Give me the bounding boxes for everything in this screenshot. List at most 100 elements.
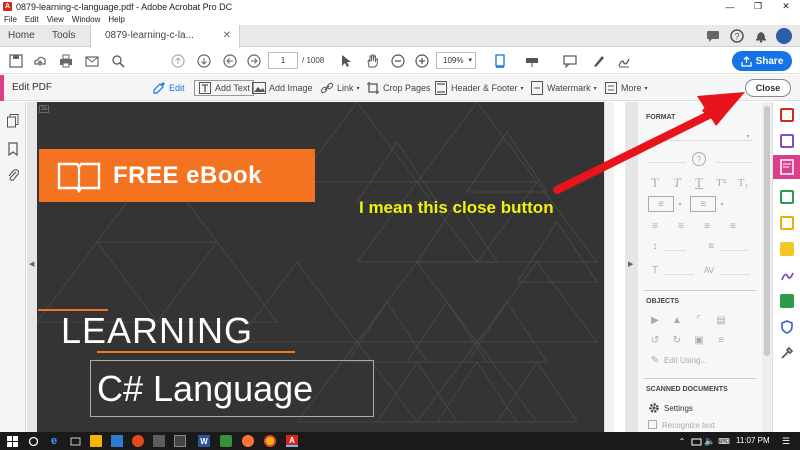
header-footer-button[interactable]: Header & Footer ▾ (434, 80, 524, 96)
print-production-icon[interactable] (780, 294, 794, 308)
align-center-icon[interactable]: ≡ (674, 220, 688, 232)
word-icon[interactable]: W (198, 435, 210, 447)
menu-edit[interactable]: Edit (25, 15, 39, 24)
page-up-icon[interactable] (170, 53, 186, 69)
text-help-icon[interactable]: ? (692, 152, 706, 166)
page-thumbnails-icon[interactable] (6, 114, 20, 128)
crop-object-icon[interactable]: ⌜ (692, 314, 706, 326)
create-pdf-icon[interactable] (780, 108, 794, 122)
shield-icon[interactable] (780, 320, 794, 334)
tray-chevron-icon[interactable]: ⌃ (676, 435, 688, 447)
hand-icon[interactable] (364, 53, 380, 69)
rotate-left-icon[interactable]: ↺ (648, 334, 662, 346)
tools-settings-icon[interactable] (780, 346, 794, 360)
close-edit-button[interactable]: Close (745, 79, 791, 97)
upload-icon[interactable] (32, 53, 48, 69)
rotate-right-icon[interactable]: ↻ (670, 334, 684, 346)
menu-file[interactable]: File (4, 15, 17, 24)
menu-window[interactable]: Window (72, 15, 100, 24)
recognize-checkbox[interactable] (648, 420, 657, 429)
italic-icon[interactable]: T (670, 175, 684, 190)
chevron-down-icon[interactable]: ▾ (718, 196, 726, 212)
edge-icon[interactable]: e (48, 435, 60, 447)
text-style-icon[interactable]: T (648, 175, 662, 190)
print-icon[interactable] (58, 53, 74, 69)
share-button[interactable]: Share (732, 51, 792, 71)
watermark-button[interactable]: Watermark ▾ (530, 80, 597, 96)
scroll-mode-icon[interactable] (524, 53, 540, 69)
page-down-icon[interactable] (196, 53, 212, 69)
attachment-icon[interactable] (6, 168, 20, 182)
menu-view[interactable]: View (47, 15, 64, 24)
notifications-icon[interactable]: ☰ (780, 435, 792, 447)
app-icon-1[interactable] (132, 435, 144, 447)
subscript-icon[interactable]: T₁ (736, 176, 750, 190)
tab-tools[interactable]: Tools (52, 25, 75, 47)
line-spacing-icon[interactable]: ↕ (648, 240, 662, 252)
right-panel-toggle[interactable]: ▶ (625, 102, 638, 432)
zoom-select[interactable]: 109% ▾ (436, 52, 476, 69)
organize-pages-icon[interactable] (780, 216, 794, 230)
sign-icon[interactable] (616, 53, 632, 69)
task-view-icon[interactable] (69, 435, 81, 447)
avatar[interactable] (776, 28, 792, 44)
page-number-input[interactable]: 1 (268, 52, 298, 69)
close-icon[interactable]: ✕ (772, 0, 800, 13)
store-icon[interactable] (90, 435, 102, 447)
paragraph-spacing-icon[interactable]: ≡ (704, 240, 718, 252)
flip-horizontal-icon[interactable]: ▶ (648, 314, 662, 326)
input-method-icon[interactable]: ⌨ (718, 435, 730, 447)
replace-image-icon[interactable]: ▣ (692, 334, 706, 346)
network-icon[interactable] (690, 435, 702, 447)
character-spacing-select[interactable] (720, 274, 750, 275)
paragraph-spacing-select[interactable] (720, 250, 748, 251)
previous-view-icon[interactable] (222, 53, 238, 69)
highlight-icon[interactable] (590, 53, 606, 69)
zoom-in-icon[interactable] (414, 53, 430, 69)
comment-tool-rail-icon[interactable] (780, 242, 794, 256)
align-left-icon[interactable]: ≡ (648, 220, 662, 232)
select-cursor-icon[interactable] (338, 53, 354, 69)
edit-pdf-tool-icon[interactable] (773, 155, 800, 179)
search-circle-icon[interactable] (27, 435, 39, 447)
align-objects-icon[interactable]: ≡ (714, 334, 728, 346)
chevron-down-icon[interactable]: ▾ (676, 196, 684, 212)
volume-icon[interactable]: 🔈 (704, 435, 716, 447)
combine-files-icon[interactable] (780, 134, 794, 148)
email-icon[interactable] (84, 53, 100, 69)
character-spacing-icon[interactable]: AV (702, 264, 716, 276)
windows-start-icon[interactable] (6, 435, 18, 447)
add-text-button[interactable]: Add Text (194, 80, 254, 96)
fill-sign-icon[interactable] (780, 268, 794, 282)
menu-help[interactable]: Help (108, 15, 124, 24)
bookmark-icon[interactable] (6, 142, 20, 156)
app-icon-2[interactable] (153, 435, 165, 447)
pdf-page[interactable]: 2a FREE eBook LEARNING C# Language (37, 102, 604, 432)
restore-icon[interactable]: ❐ (744, 0, 772, 13)
comment-icon[interactable] (706, 29, 720, 43)
bell-icon[interactable] (754, 29, 768, 43)
explorer-icon[interactable] (111, 435, 123, 447)
search-icon[interactable] (110, 53, 126, 69)
minimize-icon[interactable]: — (716, 0, 744, 13)
tab-document[interactable]: 0879-learning-c-la... ✕ (90, 25, 240, 48)
font-size-select[interactable] (648, 162, 686, 163)
app-icon-3[interactable] (220, 435, 232, 447)
export-pdf-icon[interactable] (780, 190, 794, 204)
left-panel-toggle[interactable]: ◀ (27, 102, 37, 432)
flip-vertical-icon[interactable]: ▲ (670, 314, 684, 326)
underline-icon[interactable]: T (692, 175, 706, 190)
comment-tool-icon[interactable] (562, 53, 578, 69)
bullet-list-icon[interactable]: ≡ (648, 196, 674, 212)
add-image-button[interactable]: Add Image (252, 80, 313, 96)
scale-icon[interactable]: T (648, 264, 662, 276)
taskbar-clock[interactable]: 11:07 PM (736, 436, 770, 445)
gear-icon[interactable] (648, 402, 660, 414)
link-button[interactable]: Link ▾ (320, 80, 360, 96)
edit-using-label[interactable]: Edit Using... (664, 356, 707, 365)
arrange-icon[interactable]: ▤ (714, 314, 728, 326)
color-select[interactable] (716, 162, 752, 163)
align-right-icon[interactable]: ≡ (700, 220, 714, 232)
firefox-icon[interactable] (242, 435, 254, 447)
scale-select[interactable] (664, 274, 694, 275)
